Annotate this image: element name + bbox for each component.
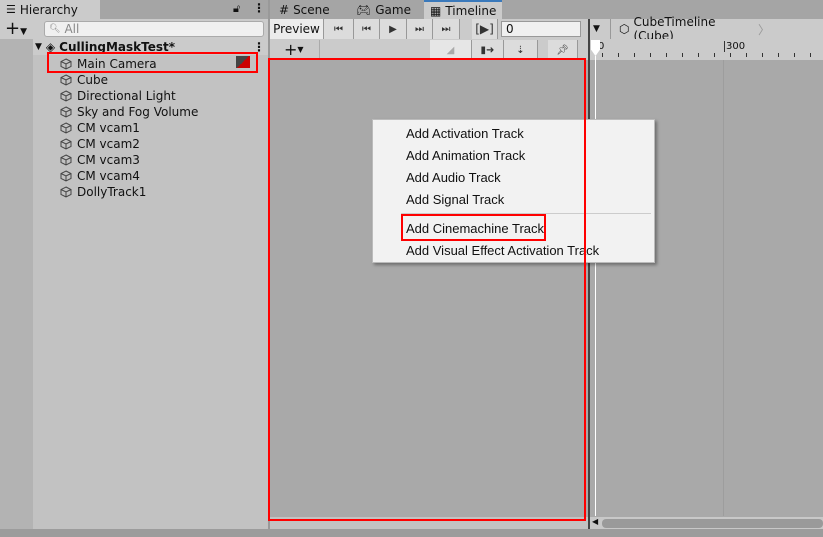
- time-ruler[interactable]: [590, 39, 823, 60]
- add-track-menu: Add Activation Track Add Animation Track…: [372, 119, 655, 263]
- tab-hierarchy[interactable]: ☰ Hierarchy: [0, 0, 100, 19]
- scroll-left-icon[interactable]: ◀: [592, 517, 598, 526]
- ruler-tick: [762, 53, 763, 57]
- hierarchy-item[interactable]: Sky and Fog Volume: [60, 104, 198, 120]
- menu-item-animation-track[interactable]: Add Animation Track: [406, 145, 525, 165]
- hierarchy-item[interactable]: CM vcam4: [60, 168, 140, 184]
- more-menu-icon[interactable]: ⋮: [253, 1, 265, 15]
- menu-item-audio-track[interactable]: Add Audio Track: [406, 167, 501, 187]
- item-label: Directional Light: [77, 89, 176, 103]
- item-label: DollyTrack1: [77, 185, 147, 199]
- next-frame-button[interactable]: ⏭︎: [407, 19, 433, 39]
- ruler-tick: [714, 53, 715, 57]
- prev-frame-button[interactable]: ⏮︎: [354, 19, 380, 39]
- hierarchy-item[interactable]: CM vcam3: [60, 152, 140, 168]
- ruler-tick: [682, 53, 683, 57]
- hierarchy-item[interactable]: DollyTrack1: [60, 184, 146, 200]
- lock-icon[interactable]: 🔓︎: [233, 2, 240, 16]
- cinemachine-brain-icon: [236, 56, 250, 68]
- ruler-tick: [730, 53, 731, 57]
- gameobject-cube-icon: [60, 170, 72, 182]
- ruler-tick: [618, 53, 619, 57]
- splitter[interactable]: [588, 19, 590, 537]
- play-range-button[interactable]: [▶]: [472, 19, 498, 39]
- tab-scene[interactable]: # Scene: [273, 0, 336, 19]
- play-button[interactable]: ▶: [380, 19, 407, 39]
- scene-menu-icon[interactable]: ⋮: [253, 40, 265, 54]
- add-track-button[interactable]: + ▼: [284, 40, 320, 59]
- hierarchy-gutter: [0, 39, 33, 529]
- ruler-tick: [810, 53, 811, 57]
- hierarchy-item[interactable]: CM vcam2: [60, 136, 140, 152]
- gamepad-icon: 🎮︎: [356, 2, 372, 17]
- menu-item-activation-track[interactable]: Add Activation Track: [406, 123, 524, 143]
- ruler-tick: [666, 53, 667, 57]
- tab-game[interactable]: 🎮︎ Game: [350, 0, 417, 19]
- item-label: CM vcam4: [77, 169, 140, 183]
- ripple-button[interactable]: ▮➜: [472, 40, 504, 60]
- ruler-tick: [698, 53, 699, 57]
- tab-timeline[interactable]: ▦ Timeline: [424, 0, 502, 19]
- breadcrumb[interactable]: ⬡ CubeTimeline (Cube) 〉: [610, 15, 770, 43]
- snap-button[interactable]: ◢: [430, 40, 472, 60]
- grid-line: [723, 60, 724, 516]
- menu-item-visual-effect-activation-track[interactable]: Add Visual Effect Activation Track: [406, 240, 599, 260]
- chevron-down-icon[interactable]: ▼: [35, 42, 42, 52]
- ruler-tick: [746, 53, 747, 57]
- preview-button[interactable]: Preview: [270, 19, 324, 39]
- scene-row[interactable]: ▼ ◈ CullingMaskTest*: [33, 39, 268, 55]
- bottom-bar: [0, 529, 823, 537]
- panel-divider[interactable]: [268, 0, 270, 537]
- item-label: CM vcam3: [77, 153, 140, 167]
- cube-icon: ⬡: [619, 22, 630, 36]
- hierarchy-item[interactable]: CM vcam1: [60, 120, 140, 136]
- gameobject-cube-icon: [60, 106, 72, 118]
- pin-icon[interactable]: 📌︎: [548, 40, 578, 60]
- ruler-tick: [602, 53, 603, 57]
- gameobject-cube-icon: [60, 90, 72, 102]
- unity-scene-icon: ◈: [45, 40, 56, 54]
- item-label: Sky and Fog Volume: [77, 105, 199, 119]
- key-button[interactable]: ⇣: [504, 40, 538, 60]
- item-label: Main Camera: [77, 57, 157, 71]
- goto-start-button[interactable]: ⏮: [324, 19, 354, 39]
- film-icon: ▦: [430, 3, 442, 18]
- gameobject-cube-icon: [60, 122, 72, 134]
- gameobject-cube-icon: [60, 154, 72, 166]
- gameobject-cube-icon: [60, 58, 72, 70]
- add-button[interactable]: +▼: [5, 18, 27, 39]
- ruler-tick: [794, 53, 795, 57]
- frame-input[interactable]: 0: [501, 21, 581, 37]
- gameobject-cube-icon: [60, 74, 72, 86]
- dropdown-arrow-icon[interactable]: ▼: [593, 24, 600, 34]
- list-icon: ☰: [6, 3, 16, 16]
- gameobject-cube-icon: [60, 138, 72, 150]
- scrollbar-thumb[interactable]: [602, 519, 823, 528]
- ruler-label: 300: [724, 41, 746, 52]
- menu-item-signal-track[interactable]: Add Signal Track: [406, 189, 504, 209]
- hierarchy-item[interactable]: Directional Light: [60, 88, 176, 104]
- hierarchy-item[interactable]: Cube: [60, 72, 108, 88]
- ruler-tick: [634, 53, 635, 57]
- goto-end-button[interactable]: ⏭: [433, 19, 460, 39]
- search-icon: 🔍︎: [49, 24, 61, 34]
- ruler-tick: [778, 53, 779, 57]
- search-input[interactable]: 🔍︎ All: [44, 21, 264, 37]
- gameobject-cube-icon: [60, 186, 72, 198]
- menu-separator: [401, 213, 651, 214]
- item-label: CM vcam1: [77, 121, 140, 135]
- menu-item-cinemachine-track[interactable]: Add Cinemachine Track: [406, 218, 544, 238]
- grid-icon: #: [279, 2, 290, 17]
- ruler-tick: [650, 53, 651, 57]
- item-label: Cube: [77, 73, 108, 87]
- item-label: CM vcam2: [77, 137, 140, 151]
- track-footer: [270, 517, 588, 529]
- hierarchy-item[interactable]: Main Camera: [60, 56, 157, 72]
